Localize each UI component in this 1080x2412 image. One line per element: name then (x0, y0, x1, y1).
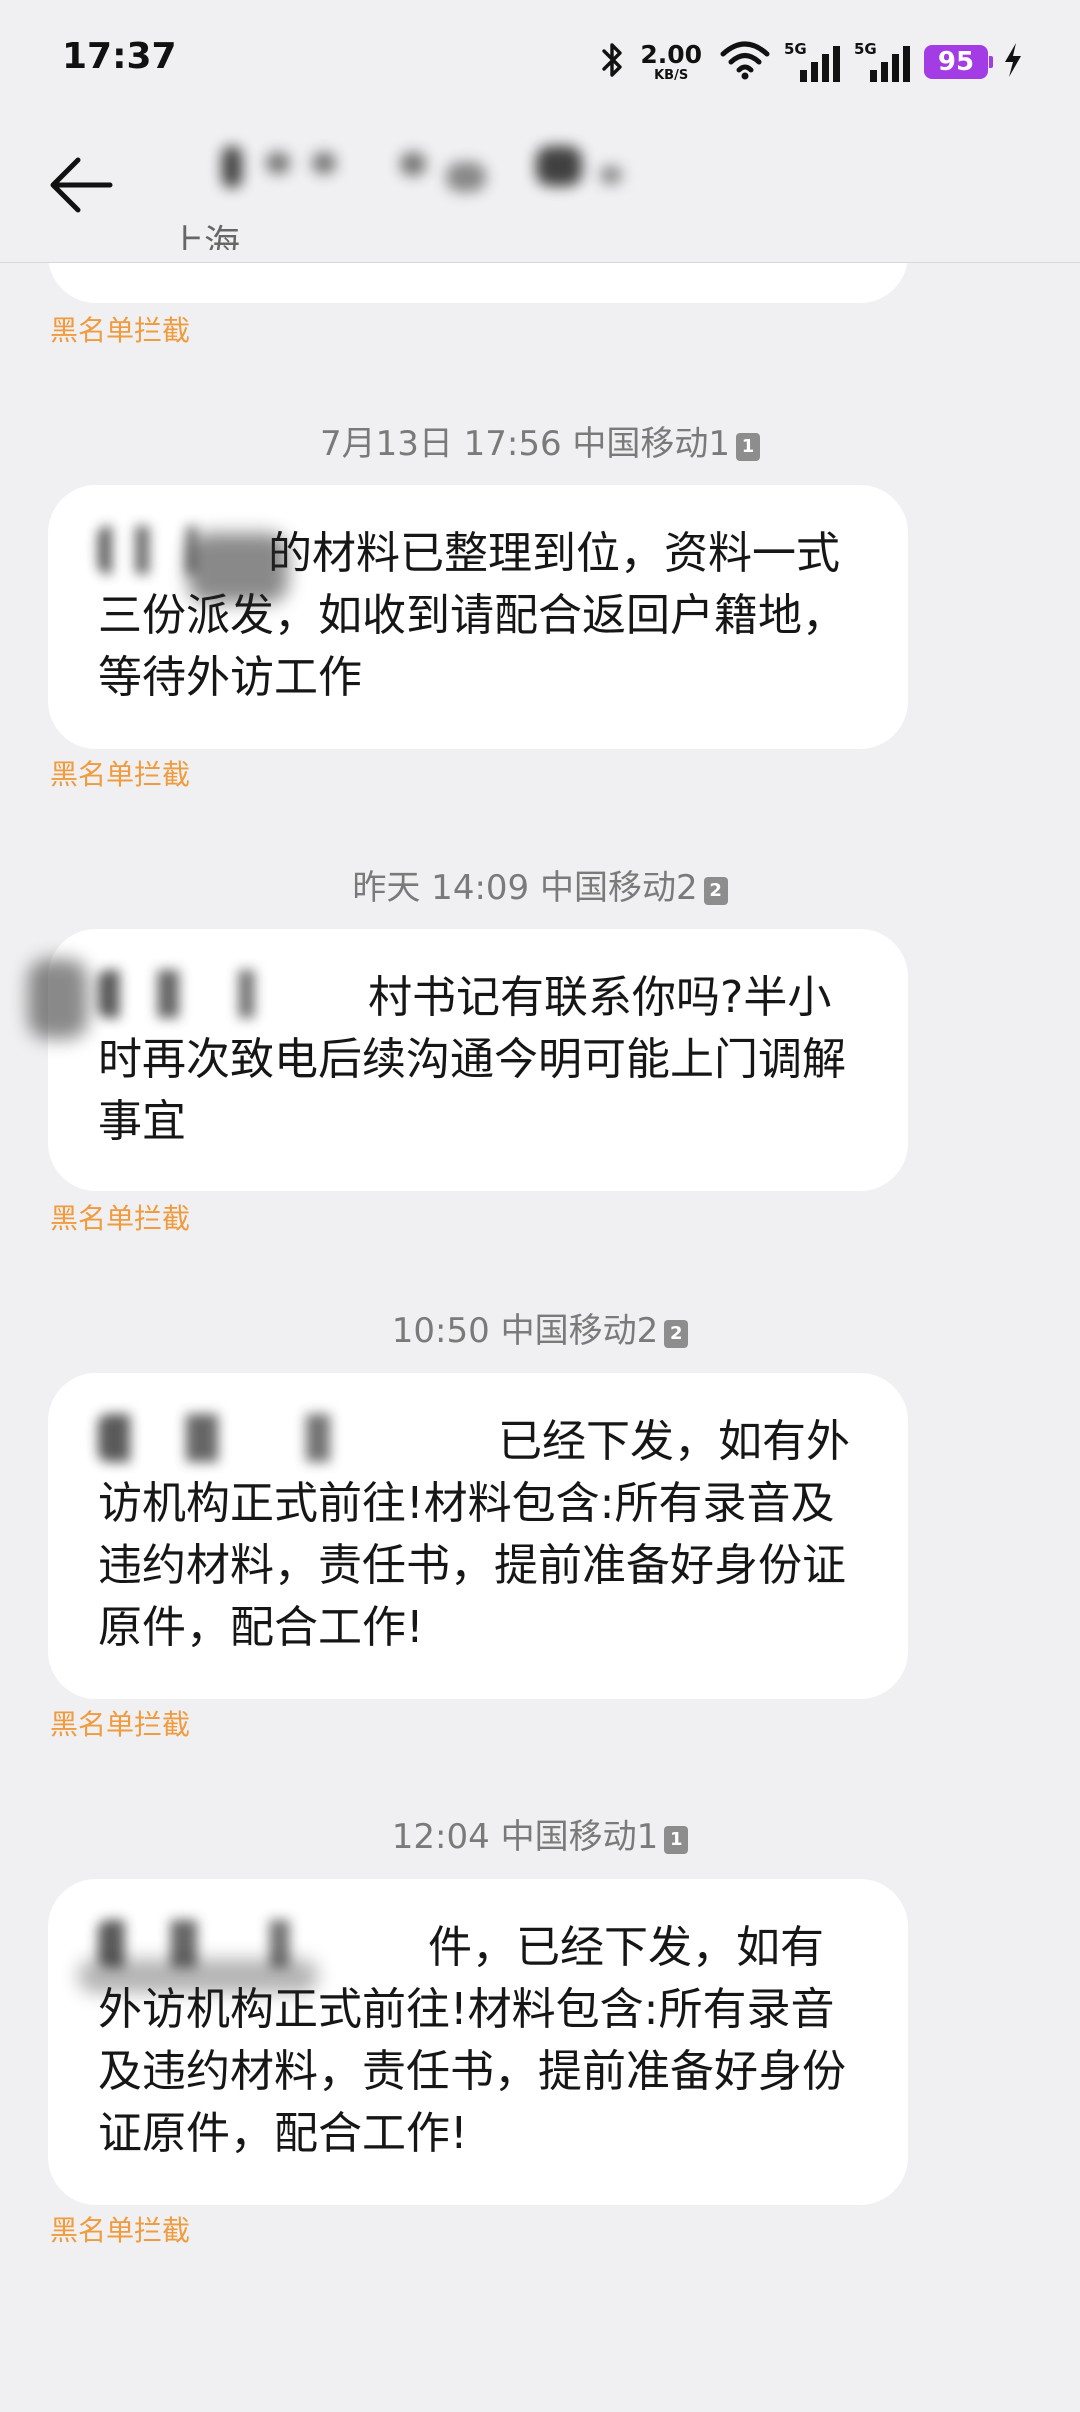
message-timestamp: 7月13日 17:56 中国移动1 (319, 424, 731, 464)
arrow-left-icon (44, 157, 124, 224)
message-meta: 10:50 中国移动2 2 (0, 1303, 1080, 1352)
previous-message-bubble[interactable] (48, 263, 908, 303)
blocked-label: 黑名单拦截 (50, 758, 191, 791)
wifi-icon (720, 40, 770, 84)
blocked-label: 黑名单拦截 (50, 1708, 191, 1741)
message-thread[interactable]: 黑名单拦截 7月13日 17:56 中国移动1 1 的材料已整理到位，资料一式三份… (0, 263, 1080, 2412)
net-speed-unit: KB/S (654, 68, 689, 83)
charging-icon (1002, 41, 1024, 83)
message-meta: 7月13日 17:56 中国移动1 1 (0, 416, 1080, 465)
status-icons: 2.00 KB/S 5G 5G 95 (600, 34, 1024, 90)
blocked-label: 黑名单拦截 (50, 1202, 191, 1235)
status-bar: 17:37 2.00 KB/S 5G 5G 95 (0, 0, 1080, 120)
contact-name-redacted (210, 134, 650, 204)
sim-badge: 2 (664, 1320, 689, 1348)
contact-location: 上海 (168, 223, 241, 250)
message-bubble[interactable]: 的材料已整理到位，资料一式三份派发，如收到请配合返回户籍地，等待外访工作 (48, 485, 908, 749)
sim-badge: 2 (703, 877, 728, 905)
message-timestamp: 12:04 中国移动1 (391, 1817, 659, 1857)
battery-icon: 95 (924, 45, 993, 79)
signal-icon: 5G (784, 40, 840, 84)
message-bubble[interactable]: 件，已经下发，如有外访机构正式前往!材料包含:所有录音及违约材料，责任书，提前准… (48, 1879, 908, 2205)
message-bubble[interactable]: 村书记有联系你吗?半小时再次致电后续沟通今明可能上门调解事宜 (28, 929, 908, 1191)
message-meta: 12:04 中国移动1 1 (0, 1809, 1080, 1858)
message-meta: 昨天 14:09 中国移动2 2 (0, 860, 1080, 909)
sim-badge: 1 (664, 1826, 689, 1854)
redacted-text (98, 1414, 498, 1462)
message-text: 已经下发，如有外访机构正式前往!材料包含:所有录音及违约材料，责任书，提前准备好… (98, 1414, 850, 1653)
message-text: 件，已经下发，如有外访机构正式前往!材料包含:所有录音及违约材料，责任书，提前准… (98, 1920, 846, 2159)
net-speed-value: 2.00 (640, 40, 702, 69)
status-time: 17:37 (62, 36, 177, 77)
redacted-text (98, 970, 368, 1018)
net-speed: 2.00 KB/S (640, 42, 702, 82)
back-button[interactable] (44, 150, 124, 220)
blocked-label: 黑名单拦截 (50, 314, 191, 347)
sim-badge: 1 (736, 433, 761, 461)
bluetooth-icon (600, 40, 626, 84)
message-bubble[interactable]: 已经下发，如有外访机构正式前往!材料包含:所有录音及违约材料，责任书，提前准备好… (48, 1373, 908, 1699)
message-text: 村书记有联系你吗?半小时再次致电后续沟通今明可能上门调解事宜 (98, 970, 846, 1147)
message-timestamp: 10:50 中国移动2 (391, 1311, 659, 1351)
blocked-label: 黑名单拦截 (50, 2214, 191, 2247)
message-timestamp: 昨天 14:09 中国移动2 (352, 868, 698, 908)
battery-level: 95 (937, 47, 975, 77)
conversation-header: 上海 (0, 120, 1080, 263)
signal-icon: 5G (854, 40, 910, 84)
